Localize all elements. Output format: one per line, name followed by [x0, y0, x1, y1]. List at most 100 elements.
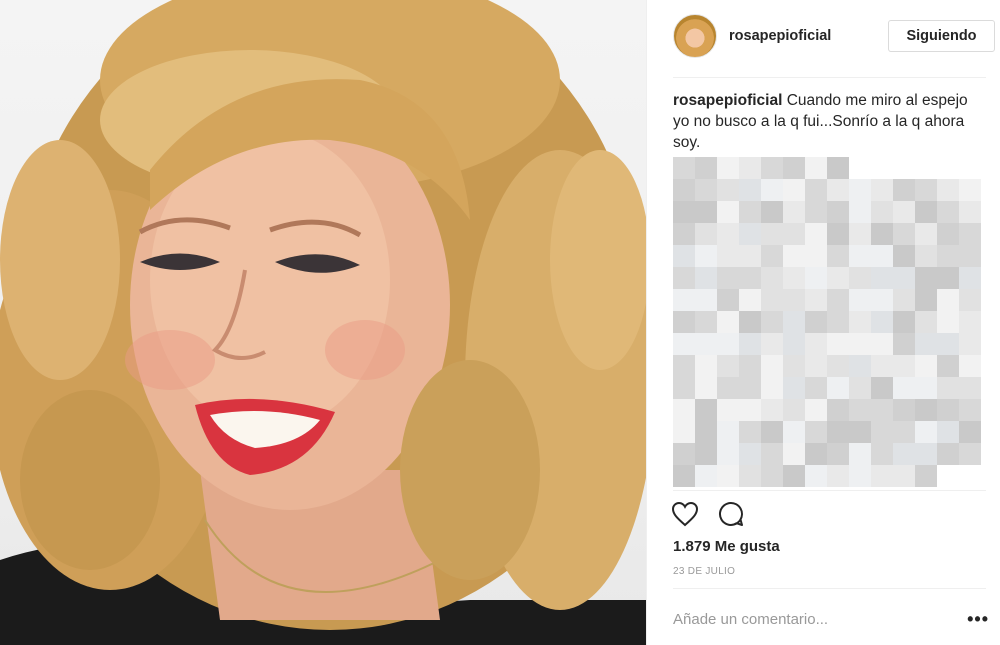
pixel-cell [739, 245, 761, 267]
pixel-cell [915, 465, 937, 487]
post-sidebar: rosapepioficial Siguiendo rosapepioficia… [646, 0, 1000, 645]
heart-icon[interactable] [671, 501, 699, 527]
pixel-cell [717, 179, 739, 201]
pixel-cell [937, 399, 959, 421]
pixel-cell [937, 201, 959, 223]
pixel-cell [783, 399, 805, 421]
pixel-cell [673, 399, 695, 421]
author-username[interactable]: rosapepioficial [729, 28, 888, 44]
pixel-cell [915, 355, 937, 377]
comment-bar: ••• [673, 605, 989, 633]
pixel-cell [915, 245, 937, 267]
pixel-cell [783, 267, 805, 289]
post-caption: rosapepioficial Cuando me miro al espejo… [673, 90, 978, 153]
pixel-cell [695, 201, 717, 223]
pixel-cell [937, 311, 959, 333]
actions-divider [673, 490, 986, 491]
pixel-cell [761, 355, 783, 377]
pixel-cell [717, 267, 739, 289]
pixel-cell [915, 333, 937, 355]
pixel-cell [761, 179, 783, 201]
pixel-cell [761, 377, 783, 399]
pixel-cell [805, 421, 827, 443]
pixel-cell [871, 223, 893, 245]
pixel-cell [739, 157, 761, 179]
pixel-cell [695, 267, 717, 289]
pixel-cell [893, 201, 915, 223]
caption-username[interactable]: rosapepioficial [673, 92, 782, 109]
pixel-cell [695, 289, 717, 311]
pixel-cell [805, 377, 827, 399]
pixel-cell [805, 179, 827, 201]
comment-input[interactable] [673, 610, 968, 628]
pixel-cell [805, 223, 827, 245]
post-date[interactable]: 23 DE JULIO [673, 566, 735, 577]
pixel-cell [695, 245, 717, 267]
pixel-cell [827, 355, 849, 377]
pixel-cell [717, 421, 739, 443]
following-button[interactable]: Siguiendo [888, 20, 995, 52]
pixel-cell [871, 355, 893, 377]
pixel-cell [673, 443, 695, 465]
pixel-cell [783, 421, 805, 443]
post-photo[interactable] [0, 0, 646, 645]
instagram-post: rosapepioficial Siguiendo rosapepioficia… [0, 0, 1000, 645]
pixel-cell [959, 399, 981, 421]
pixel-cell [805, 333, 827, 355]
comment-icon[interactable] [717, 500, 745, 528]
pixel-cell [805, 157, 827, 179]
pixel-cell [717, 157, 739, 179]
pixel-cell [871, 465, 893, 487]
pixel-cell [695, 377, 717, 399]
pixel-cell [761, 201, 783, 223]
pixel-cell [739, 201, 761, 223]
avatar[interactable] [673, 14, 717, 58]
pixel-cell [695, 443, 717, 465]
pixel-cell [959, 223, 981, 245]
pixel-cell [827, 421, 849, 443]
pixel-cell [761, 223, 783, 245]
pixel-cell [871, 333, 893, 355]
pixel-cell [849, 399, 871, 421]
pixel-cell [673, 421, 695, 443]
pixel-cell [761, 443, 783, 465]
pixel-cell [805, 399, 827, 421]
more-icon[interactable]: ••• [967, 609, 989, 630]
pixel-cell [937, 223, 959, 245]
pixel-cell [761, 267, 783, 289]
pixel-cell [695, 179, 717, 201]
pixel-cell [805, 289, 827, 311]
pixel-cell [827, 333, 849, 355]
pixel-cell [805, 201, 827, 223]
pixel-cell [805, 355, 827, 377]
pixel-cell [915, 421, 937, 443]
pixel-cell [937, 333, 959, 355]
pixel-cell [695, 333, 717, 355]
likes-count[interactable]: 1.879 Me gusta [673, 538, 780, 555]
pixel-cell [893, 179, 915, 201]
pixel-cell [893, 355, 915, 377]
pixel-cell [783, 311, 805, 333]
pixel-cell [827, 399, 849, 421]
pixel-cell [871, 267, 893, 289]
pixel-cell [673, 267, 695, 289]
pixel-cell [915, 223, 937, 245]
pixel-cell [849, 267, 871, 289]
pixel-cell [893, 421, 915, 443]
pixel-cell [761, 311, 783, 333]
pixel-cell [717, 289, 739, 311]
pixel-cell [827, 267, 849, 289]
pixel-cell [827, 223, 849, 245]
pixel-cell [959, 245, 981, 267]
pixel-cell [915, 399, 937, 421]
pixel-cell [937, 267, 959, 289]
pixel-cell [805, 245, 827, 267]
pixel-cell [915, 311, 937, 333]
pixel-cell [805, 267, 827, 289]
pixel-cell [893, 267, 915, 289]
pixel-cell [827, 443, 849, 465]
pixel-cell [695, 465, 717, 487]
pixel-cell [959, 311, 981, 333]
pixel-cell [695, 311, 717, 333]
pixel-cell [937, 377, 959, 399]
